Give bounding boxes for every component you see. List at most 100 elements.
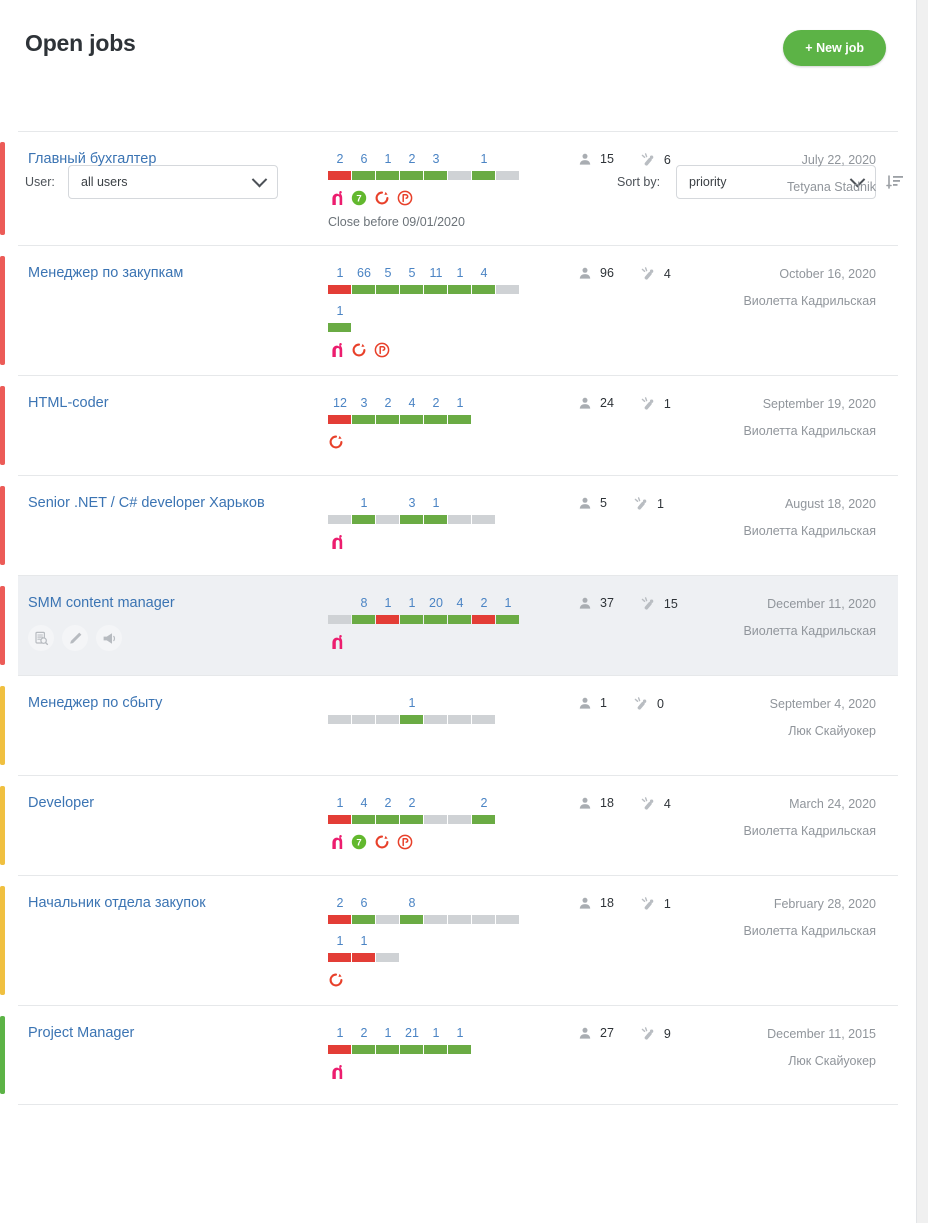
stage-segment-gray[interactable] [472,715,495,724]
stage-bar[interactable] [328,285,578,294]
stage-segment-green[interactable] [376,285,399,294]
pink-knight-icon[interactable] [328,834,344,850]
stage-segment-green[interactable] [352,815,375,824]
red-arc-icon[interactable] [351,342,367,358]
stage-bar[interactable] [328,953,578,962]
job-row[interactable]: Senior .NET / C# developer Харьков 1 3 1 5 1 A… [0,475,898,575]
red-circle-r-icon[interactable] [397,834,413,850]
stage-segment-green[interactable] [424,285,447,294]
stage-bar[interactable] [328,515,578,524]
new-job-button[interactable]: + New job [783,30,886,66]
stage-bar[interactable] [328,615,578,624]
stage-segment-green[interactable] [376,1045,399,1054]
stage-segment-green[interactable] [400,285,423,294]
stage-segment-green[interactable] [400,515,423,524]
stage-segment-red[interactable] [328,171,351,180]
stage-segment-green[interactable] [472,815,495,824]
job-title-link[interactable]: Начальник отдела закупок [28,895,206,911]
stage-segment-red[interactable] [352,953,375,962]
job-title-link[interactable]: Senior .NET / C# developer Харьков [28,495,265,511]
job-row[interactable]: SMM content manager 8 1 1 20 4 2 1 37 15 December … [0,575,898,675]
job-title-link[interactable]: Менеджер по закупкам [28,265,183,281]
stage-segment-green[interactable] [352,1045,375,1054]
pink-knight-icon[interactable] [328,190,344,206]
stage-segment-gray[interactable] [424,715,447,724]
stage-segment-green[interactable] [448,1045,471,1054]
stage-segment-red[interactable] [472,615,495,624]
stage-segment-gray[interactable] [472,515,495,524]
stage-segment-red[interactable] [328,953,351,962]
stage-segment-green[interactable] [376,815,399,824]
stage-segment-green[interactable] [496,615,519,624]
stage-segment-green[interactable] [424,515,447,524]
green-circle-7-icon[interactable]: 7 [351,190,367,206]
stage-segment-green[interactable] [424,415,447,424]
stage-segment-gray[interactable] [448,171,471,180]
stage-segment-gray[interactable] [496,285,519,294]
job-row[interactable]: Developer 1 4 2 2 2 7 18 4 March 24, 2020 Виолетта… [0,775,898,875]
stage-segment-gray[interactable] [376,515,399,524]
stage-segment-gray[interactable] [376,915,399,924]
stage-bar[interactable] [328,323,578,332]
stage-segment-red[interactable] [328,415,351,424]
stage-segment-gray[interactable] [472,915,495,924]
stage-segment-green[interactable] [376,171,399,180]
job-title-link[interactable]: Менеджер по сбыту [28,695,162,711]
red-circle-r-icon[interactable] [397,190,413,206]
red-arc-icon[interactable] [328,972,344,988]
stage-segment-gray[interactable] [424,815,447,824]
job-row[interactable]: Менеджер по закупкам 1 66 5 5 11 1 4 1 96 4 October… [0,245,898,375]
stage-segment-green[interactable] [424,1045,447,1054]
job-row[interactable]: Начальник отдела закупок 2 6 8 1 1 18 1 February… [0,875,898,1005]
stage-segment-green[interactable] [448,415,471,424]
stage-segment-gray[interactable] [448,815,471,824]
stage-segment-green[interactable] [352,515,375,524]
stage-segment-gray[interactable] [424,915,447,924]
job-title-link[interactable]: Главный бухгалтер [28,151,156,167]
stage-segment-green[interactable] [424,615,447,624]
stage-segment-green[interactable] [472,285,495,294]
stage-segment-green[interactable] [352,171,375,180]
stage-segment-green[interactable] [400,615,423,624]
stage-segment-red[interactable] [328,285,351,294]
stage-segment-green[interactable] [400,915,423,924]
stage-segment-gray[interactable] [352,715,375,724]
stage-segment-gray[interactable] [496,171,519,180]
pink-knight-icon[interactable] [328,1064,344,1080]
pink-knight-icon[interactable] [328,342,344,358]
stage-segment-gray[interactable] [496,915,519,924]
stage-segment-green[interactable] [352,285,375,294]
job-row[interactable]: Главный бухгалтер 2 6 1 2 3 1 7 Close before 09/… [0,131,898,245]
stage-bar[interactable] [328,915,578,924]
stage-segment-green[interactable] [352,615,375,624]
pink-knight-icon[interactable] [328,634,344,650]
stage-segment-green[interactable] [352,915,375,924]
job-title-link[interactable]: SMM content manager [28,595,175,611]
megaphone-button[interactable] [96,625,122,651]
red-circle-r-icon[interactable] [374,342,390,358]
red-arc-icon[interactable] [328,434,344,450]
red-arc-icon[interactable] [374,190,390,206]
stage-segment-gray[interactable] [376,953,399,962]
stage-segment-green[interactable] [448,285,471,294]
stage-segment-gray[interactable] [448,715,471,724]
green-circle-7-icon[interactable]: 7 [351,834,367,850]
stage-segment-gray[interactable] [376,715,399,724]
pencil-button[interactable] [62,625,88,651]
stage-bar[interactable] [328,415,578,424]
stage-segment-green[interactable] [424,171,447,180]
stage-bar[interactable] [328,715,578,724]
red-arc-icon[interactable] [374,834,390,850]
stage-segment-green[interactable] [400,1045,423,1054]
stage-segment-red[interactable] [328,1045,351,1054]
stage-segment-green[interactable] [400,715,423,724]
stage-segment-green[interactable] [376,415,399,424]
stage-segment-green[interactable] [352,415,375,424]
stage-bar[interactable] [328,815,578,824]
job-title-link[interactable]: Developer [28,795,94,811]
stage-segment-red[interactable] [376,615,399,624]
job-title-link[interactable]: Project Manager [28,1025,134,1041]
stage-bar[interactable] [328,1045,578,1054]
job-row[interactable]: Project Manager 1 2 1 21 1 1 27 9 December 11, 20… [0,1005,898,1105]
stage-segment-gray[interactable] [448,515,471,524]
